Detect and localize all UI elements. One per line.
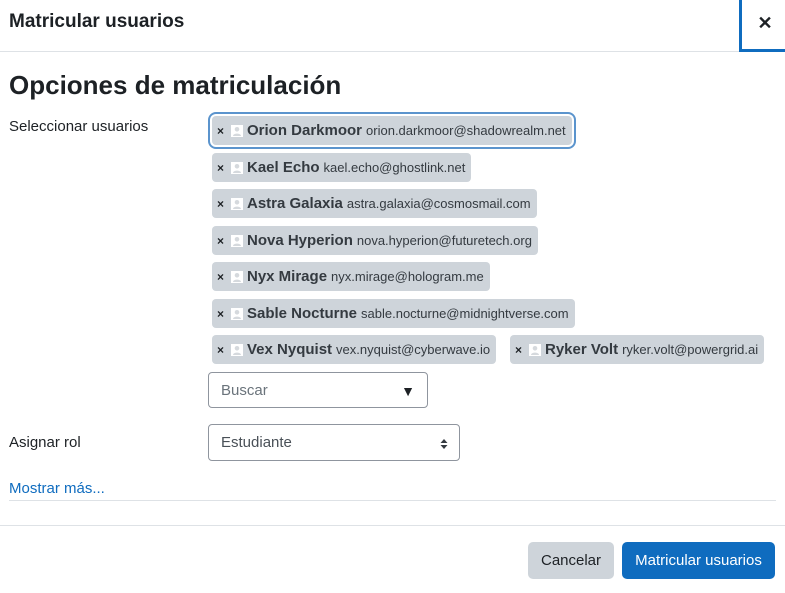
chip-user-email: astra.galaxia@cosmosmail.com: [346, 196, 531, 211]
close-button[interactable]: ✕: [739, 0, 785, 52]
role-select[interactable]: Estudiante: [208, 424, 460, 461]
section-heading: Opciones de matriculación: [9, 70, 342, 100]
divider: [9, 500, 776, 501]
chip-user-email: ryker.volt@powergrid.ai: [622, 342, 759, 357]
chip-user-name: Ryker Volt: [545, 341, 619, 358]
chip-user-email: sable.nocturne@midnightverse.com: [361, 306, 569, 321]
chip-user-name: Kael Echo: [247, 159, 320, 176]
chip-user-email: vex.nyquist@cyberwave.io: [336, 342, 491, 357]
chip-user-name: Vex Nyquist: [247, 341, 333, 358]
chip-user-email: nyx.mirage@hologram.me: [331, 269, 484, 284]
remove-icon: ×: [217, 123, 225, 138]
user-avatar-icon: [231, 124, 243, 137]
cancel-button[interactable]: Cancelar: [528, 542, 614, 579]
user-avatar-icon: [231, 197, 243, 210]
remove-icon: ×: [217, 196, 225, 211]
user-avatar-icon: [529, 343, 541, 356]
chip-user-name: Sable Nocturne: [247, 305, 358, 322]
select-users-label: Seleccionar usuarios: [9, 118, 149, 135]
selected-user-chip[interactable]: × Sable Nocturne sable.nocturne@midnight…: [212, 299, 575, 328]
user-avatar-icon: [231, 270, 243, 283]
close-icon: ✕: [757, 12, 773, 33]
selected-user-chip[interactable]: × Kael Echo kael.echo@ghostlink.net: [212, 153, 472, 182]
chip-user-email: kael.echo@ghostlink.net: [323, 160, 466, 175]
remove-icon: ×: [515, 342, 523, 357]
remove-icon: ×: [217, 269, 225, 284]
assign-role-label: Asignar rol: [9, 434, 81, 451]
remove-icon: ×: [217, 160, 225, 175]
role-select-value: Estudiante: [221, 434, 292, 451]
chip-user-email: orion.darkmoor@shadowrealm.net: [366, 123, 566, 138]
chip-user-name: Orion Darkmoor: [247, 122, 363, 139]
chip-user-name: Astra Galaxia: [247, 195, 343, 212]
user-avatar-icon: [231, 161, 243, 174]
selected-user-chip[interactable]: × Vex Nyquist vex.nyquist@cyberwave.io: [212, 335, 497, 364]
dialog-title: Matricular usuarios: [9, 11, 185, 32]
caret-down-icon[interactable]: ▼: [401, 382, 415, 400]
selected-user-chip[interactable]: × Orion Darkmoor orion.darkmoor@shadowre…: [212, 116, 572, 145]
chip-user-name: Nova Hyperion: [247, 232, 353, 249]
remove-icon: ×: [217, 342, 225, 357]
enrol-users-button[interactable]: Matricular usuarios: [622, 542, 775, 579]
show-more-link[interactable]: Mostrar más...: [9, 480, 105, 498]
search-placeholder: Buscar: [221, 382, 268, 399]
selected-user-chip[interactable]: × Nova Hyperion nova.hyperion@futuretech…: [212, 226, 538, 255]
select-arrows-icon: [440, 437, 448, 449]
selected-user-chip[interactable]: × Nyx Mirage nyx.mirage@hologram.me: [212, 262, 490, 291]
selected-user-chip[interactable]: × Ryker Volt ryker.volt@powergrid.ai: [510, 335, 765, 364]
user-avatar-icon: [231, 234, 243, 247]
footer-divider: [0, 525, 785, 526]
selected-user-chip[interactable]: × Astra Galaxia astra.galaxia@cosmosmail…: [212, 189, 537, 218]
remove-icon: ×: [217, 233, 225, 248]
user-avatar-icon: [231, 343, 243, 356]
modal-header: Matricular usuarios ✕: [0, 0, 785, 52]
remove-icon: ×: [217, 306, 225, 321]
user-avatar-icon: [231, 307, 243, 320]
chip-user-email: nova.hyperion@futuretech.org: [356, 233, 532, 248]
chip-user-name: Nyx Mirage: [247, 268, 328, 285]
user-search-input[interactable]: Buscar ▼: [208, 372, 428, 408]
